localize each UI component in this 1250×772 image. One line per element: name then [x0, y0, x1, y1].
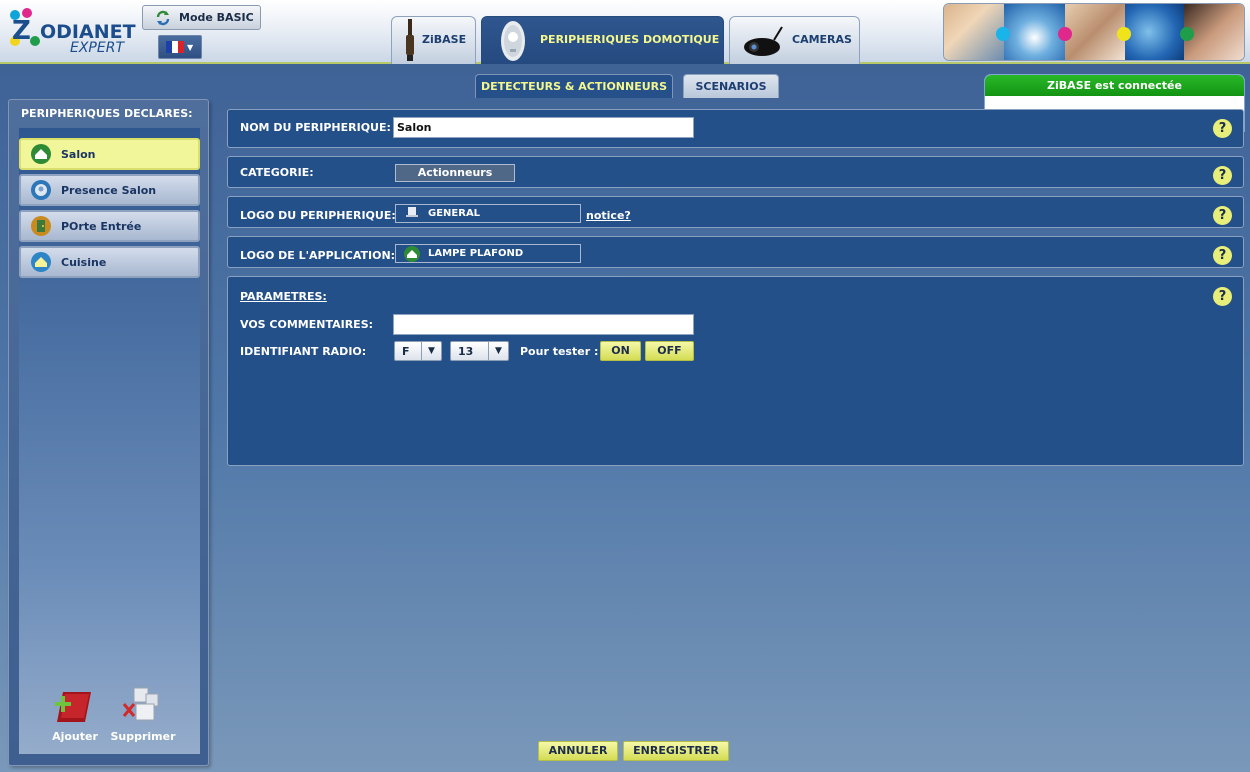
logo-mark: Z	[12, 16, 31, 46]
device-item-porte-entree[interactable]: POrte Entrée	[19, 210, 200, 242]
zodianet-logo: Z ODIANET EXPERT	[10, 8, 138, 56]
device-item-salon[interactable]: Salon	[19, 138, 200, 170]
app-logo-value: LAMPE PLAFOND	[428, 248, 524, 259]
chevron-down-icon: ▼	[421, 342, 441, 360]
banner-dot-yellow	[1117, 27, 1131, 41]
door-sensor-icon	[31, 216, 51, 236]
tab-zibase-label: ZiBASE	[422, 33, 467, 46]
tab-peripheriques-domotique[interactable]: PERIPHERIQUES DOMOTIQUE	[481, 16, 724, 64]
mode-basic-button[interactable]: Mode BASIC	[142, 5, 261, 30]
zibase-icon	[404, 19, 416, 66]
test-label: Pour tester :	[520, 345, 599, 358]
device-item-cuisine[interactable]: Cuisine	[19, 246, 200, 278]
language-select[interactable]: ▼	[158, 35, 202, 59]
comments-input[interactable]	[393, 314, 694, 335]
notice-link[interactable]: notice?	[586, 209, 631, 222]
subtab-detecteurs-label: DETECTEURS & ACTIONNEURS	[480, 80, 668, 93]
refresh-arrows-icon	[155, 10, 171, 26]
device-name-row: NOM DU PERIPHERIQUE: Salon ?	[227, 109, 1244, 148]
tab-cameras[interactable]: CAMERAS	[729, 16, 860, 64]
delete-device-label: Supprimer	[110, 730, 176, 743]
device-item-presence-salon[interactable]: Presence Salon	[19, 174, 200, 206]
category-row: CATEGORIE: Actionneurs ?	[227, 156, 1244, 188]
house-icon	[404, 245, 420, 262]
device-item-label: Cuisine	[61, 255, 107, 269]
top-header: Z ODIANET EXPERT Mode BASIC ▼ ZiBASE PER…	[0, 0, 1250, 64]
banner-dot-cyan	[996, 27, 1010, 41]
french-flag-icon	[166, 41, 184, 53]
parameters-label: PARAMETRES:	[240, 290, 327, 303]
house-icon	[31, 144, 51, 164]
help-icon[interactable]: ?	[1213, 206, 1232, 225]
house-icon	[31, 252, 51, 272]
subtab-detecteurs-actionneurs[interactable]: DETECTEURS & ACTIONNEURS	[475, 74, 673, 98]
app-logo-row: LOGO DE L'APPLICATION: LAMPE PLAFOND ?	[227, 236, 1244, 268]
delete-icon	[120, 684, 166, 726]
test-on-button[interactable]: ON	[600, 341, 641, 361]
connection-status-bar: ZiBASE est connectée	[985, 75, 1244, 96]
device-generic-icon	[404, 206, 420, 221]
radio-letter-select[interactable]: F ▼	[394, 341, 442, 361]
tab-cameras-label: CAMERAS	[792, 33, 852, 46]
device-logo-value: GENERAL	[428, 208, 481, 219]
device-logo-label: LOGO DU PERIPHERIQUE:	[240, 209, 396, 222]
camera-icon	[740, 25, 788, 62]
help-icon[interactable]: ?	[1213, 119, 1232, 138]
declared-devices-title: PERIPHERIQUES DECLARES:	[21, 107, 193, 120]
help-icon[interactable]: ?	[1213, 287, 1232, 306]
radio-number-select[interactable]: 13 ▼	[450, 341, 509, 361]
device-list: Salon Presence Salon POrte Entrée Cuisin…	[19, 128, 200, 754]
radio-letter-value: F	[402, 344, 410, 358]
subtab-scenarios-label: SCENARIOS	[695, 80, 767, 93]
add-book-icon	[53, 688, 97, 726]
sensor-icon	[498, 19, 528, 66]
category-select[interactable]: Actionneurs	[395, 164, 515, 182]
device-name-label: NOM DU PERIPHERIQUE:	[240, 121, 391, 134]
device-logo-row: LOGO DU PERIPHERIQUE: GENERAL notice? ?	[227, 196, 1244, 228]
radio-id-label: IDENTIFIANT RADIO:	[240, 345, 367, 358]
app-logo-label: LOGO DE L'APPLICATION:	[240, 249, 396, 262]
add-device-label: Ajouter	[52, 730, 98, 743]
add-device-button[interactable]: Ajouter	[40, 688, 110, 743]
device-item-label: Salon	[61, 147, 96, 161]
help-icon[interactable]: ?	[1213, 246, 1232, 265]
chevron-down-icon: ▼	[187, 42, 194, 52]
category-label: CATEGORIE:	[240, 166, 314, 179]
comments-label: VOS COMMENTAIRES:	[240, 318, 374, 331]
test-off-button[interactable]: OFF	[645, 341, 694, 361]
tab-zibase[interactable]: ZiBASE	[391, 16, 476, 64]
help-icon[interactable]: ?	[1213, 166, 1232, 185]
device-name-input[interactable]: Salon	[393, 117, 694, 138]
delete-device-button[interactable]: Supprimer	[108, 684, 178, 743]
mode-basic-label: Mode BASIC	[179, 11, 254, 24]
motion-sensor-icon	[31, 180, 51, 200]
banner-dot-magenta	[1058, 27, 1072, 41]
banner-dot-green	[1180, 27, 1194, 41]
device-item-label: Presence Salon	[61, 183, 157, 197]
cancel-button[interactable]: ANNULER	[538, 741, 618, 761]
logo-subtext: EXPERT	[70, 40, 125, 56]
header-photo-banner	[943, 3, 1245, 61]
device-logo-select[interactable]: GENERAL	[395, 204, 581, 223]
parameters-section: PARAMETRES: ? VOS COMMENTAIRES: IDENTIFI…	[227, 276, 1244, 466]
declared-devices-panel: PERIPHERIQUES DECLARES: Salon Presence S…	[8, 99, 209, 766]
subtab-scenarios[interactable]: SCENARIOS	[683, 74, 779, 98]
tab-peripheriques-label: PERIPHERIQUES DOMOTIQUE	[540, 33, 720, 46]
app-logo-select[interactable]: LAMPE PLAFOND	[395, 244, 581, 263]
save-button[interactable]: ENREGISTRER	[623, 741, 729, 761]
radio-number-value: 13	[458, 344, 474, 358]
device-item-label: POrte Entrée	[61, 219, 142, 233]
chevron-down-icon: ▼	[488, 342, 508, 360]
